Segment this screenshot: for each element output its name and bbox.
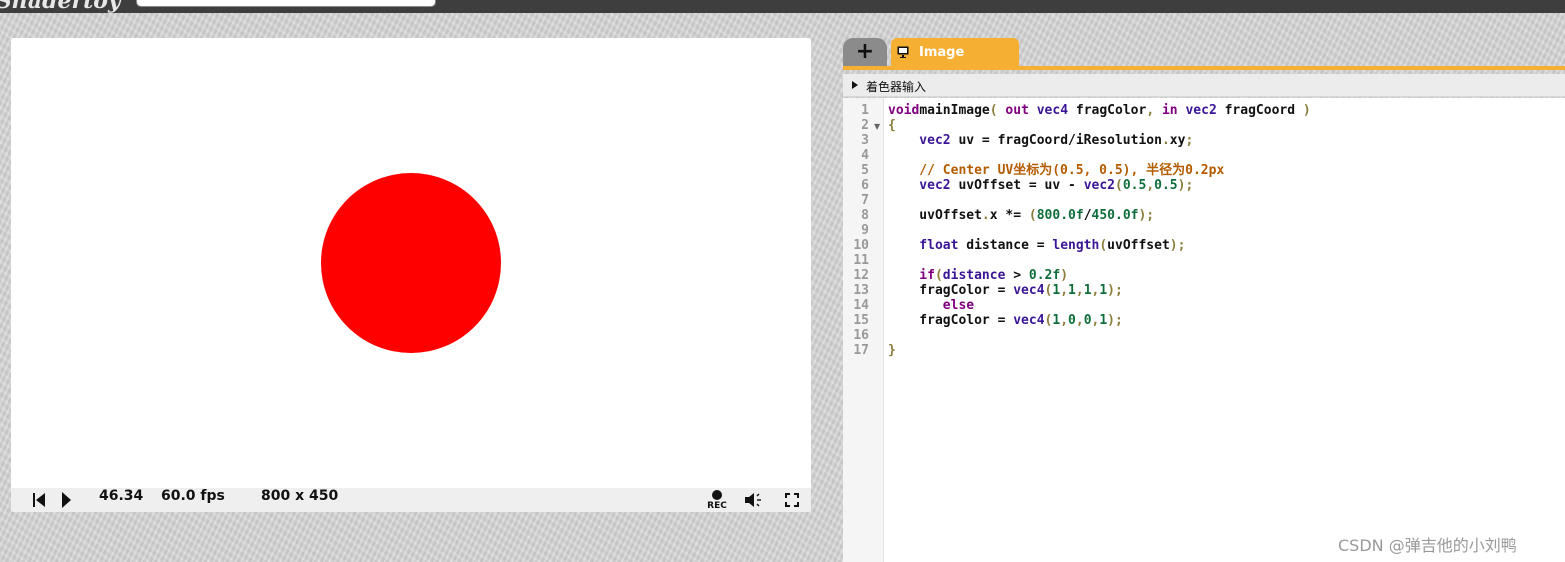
code-line: float distance = length(uvOffset); bbox=[888, 238, 1186, 253]
expand-arrow-icon bbox=[852, 81, 858, 89]
code-line: if(distance > 0.2f) bbox=[888, 268, 1069, 283]
fold-arrow-icon[interactable]: ▼ bbox=[874, 122, 880, 131]
record-label: REC bbox=[707, 501, 727, 511]
code-line: // Center UV坐标为(0.5, 0.5), 半径为0.2px bbox=[888, 163, 1225, 178]
line-number: 15 bbox=[853, 313, 869, 328]
resolution-display: 800 x 450 bbox=[261, 488, 339, 504]
line-number: 5 bbox=[861, 163, 869, 178]
player-controls: 46.34 60.0 fps 800 x 450 REC bbox=[11, 488, 811, 512]
code-line: } bbox=[888, 343, 896, 358]
line-number: 1 bbox=[861, 103, 869, 118]
line-number: 16 bbox=[853, 328, 869, 343]
add-tab-button[interactable]: + bbox=[843, 38, 887, 66]
tab-image[interactable]: Image bbox=[891, 38, 1019, 66]
line-number: 13 bbox=[853, 283, 869, 298]
time-display: 46.34 bbox=[99, 488, 144, 504]
record-button[interactable]: REC bbox=[705, 490, 729, 512]
code-line: voidmainImage( out vec4 fragColor, in ve… bbox=[888, 103, 1311, 118]
tab-underline bbox=[843, 66, 1565, 70]
shader-inputs-toggle[interactable]: 着色器输入 bbox=[843, 74, 1565, 97]
line-number: 17 bbox=[853, 343, 869, 358]
rendered-red-circle bbox=[321, 173, 501, 353]
rewind-icon[interactable] bbox=[33, 493, 45, 507]
line-number: 11 bbox=[853, 253, 869, 268]
code-line: uvOffset.x *= (800.0f/450.0f); bbox=[888, 208, 1155, 223]
line-number: 4 bbox=[861, 148, 869, 163]
code-editor[interactable]: 1 2 ▼ 3 4 5 6 7 8 9 10 11 12 13 14 15 16 17 voidmainImage… bbox=[843, 98, 1565, 562]
watermark: CSDN @弹吉他的小刘鸭 bbox=[1338, 536, 1517, 555]
line-number: 3 bbox=[861, 133, 869, 148]
fps-display: 60.0 fps bbox=[161, 488, 225, 504]
line-number: 2 bbox=[861, 118, 869, 133]
line-number: 7 bbox=[861, 193, 869, 208]
code-line: fragColor = vec4(1,1,1,1); bbox=[888, 283, 1123, 298]
line-number-gutter: 1 2 ▼ 3 4 5 6 7 8 9 10 11 12 13 14 15 16 17 bbox=[843, 98, 884, 562]
site-logo[interactable]: Shadertoy bbox=[0, 0, 121, 14]
line-number: 9 bbox=[861, 223, 869, 238]
play-icon[interactable] bbox=[62, 492, 71, 508]
search-input[interactable] bbox=[136, 0, 436, 7]
code-line: else bbox=[888, 298, 975, 313]
shader-player: 46.34 60.0 fps 800 x 450 REC bbox=[11, 38, 811, 512]
line-number: 8 bbox=[861, 208, 869, 223]
tab-image-label: Image bbox=[919, 45, 965, 60]
record-icon bbox=[712, 490, 722, 500]
line-number: 10 bbox=[853, 238, 869, 253]
line-number: 14 bbox=[853, 298, 869, 313]
code-line: { bbox=[888, 118, 896, 133]
monitor-icon bbox=[897, 46, 909, 58]
volume-icon[interactable] bbox=[744, 491, 764, 509]
code-line: vec2 uv = fragCoord/iResolution.xy; bbox=[888, 133, 1194, 148]
shader-inputs-label: 着色器输入 bbox=[866, 80, 927, 94]
code-line: fragColor = vec4(1,0,0,1); bbox=[888, 313, 1123, 328]
render-canvas[interactable] bbox=[11, 38, 811, 488]
line-number: 6 bbox=[861, 178, 869, 193]
code-text[interactable]: voidmainImage( out vec4 fragColor, in ve… bbox=[888, 103, 1311, 358]
fullscreen-icon[interactable] bbox=[784, 492, 800, 508]
line-number: 12 bbox=[853, 268, 869, 283]
top-navbar: Shadertoy bbox=[0, 0, 1565, 14]
editor-tab-bar: + Image bbox=[843, 38, 1565, 66]
code-line: vec2 uvOffset = uv - vec2(0.5,0.5); bbox=[888, 178, 1194, 193]
